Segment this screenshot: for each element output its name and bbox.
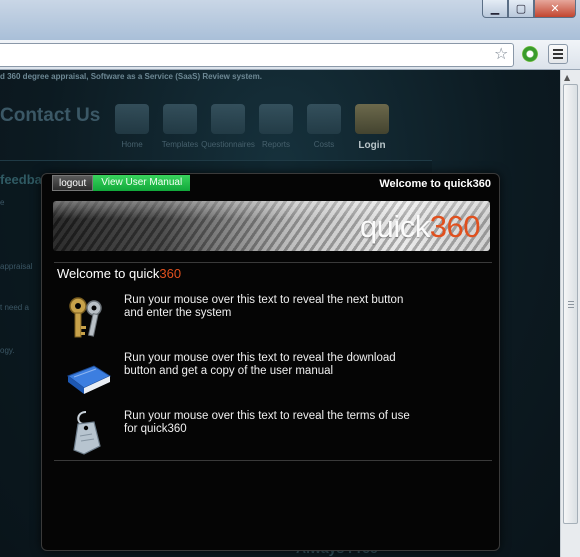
quick360-logo: quick360 [359, 209, 481, 245]
scroll-grip-icon [568, 301, 574, 310]
templates-icon [163, 104, 197, 134]
nav-item-questionnaires[interactable]: Questionnaires [201, 104, 255, 151]
nav-label: Login [358, 140, 386, 151]
action-text[interactable]: Run your mouse over this text to reveal … [124, 294, 424, 320]
terms-tag-icon [73, 411, 101, 455]
contact-us-link[interactable]: Contact Us [0, 105, 100, 127]
nav-item-templates[interactable]: Templates [162, 104, 198, 151]
scroll-thumb[interactable] [563, 84, 578, 524]
nav-item-costs[interactable]: Costs [306, 104, 342, 151]
minimize-button[interactable]: ▁ [482, 0, 508, 18]
welcome-heading: Welcome to quick360 [57, 266, 181, 281]
keys-icon [69, 297, 102, 338]
home-icon [115, 104, 149, 134]
background-snippet: t need a [0, 303, 29, 312]
extension-icon[interactable] [522, 46, 538, 62]
window-controls: ▁ ▢ ✕ [482, 0, 576, 18]
maximize-button[interactable]: ▢ [508, 0, 534, 18]
address-bar[interactable] [0, 43, 514, 67]
divider [54, 460, 492, 461]
welcome-modal: logout View User Manual Welcome to quick… [41, 173, 500, 551]
close-button[interactable]: ✕ [534, 0, 576, 18]
terms-of-use-action[interactable]: Run your mouse over this text to reveal … [64, 410, 484, 460]
browser-toolbar: ☆ [0, 40, 580, 70]
reports-icon [259, 104, 293, 134]
site-nav: Home Templates Questionnaires Reports Co… [114, 104, 390, 151]
scroll-up-arrow-icon[interactable]: ▲ [564, 73, 570, 82]
enter-system-action[interactable]: Run your mouse over this text to reveal … [64, 294, 484, 344]
background-snippet: e [0, 198, 5, 207]
nav-item-reports[interactable]: Reports [258, 104, 294, 151]
action-text[interactable]: Run your mouse over this text to reveal … [124, 352, 424, 378]
view-user-manual-button[interactable]: View User Manual [93, 175, 191, 191]
divider [54, 262, 492, 263]
site-tagline: d 360 degree appraisal, Software as a Se… [0, 72, 262, 81]
quick360-banner: quick360 [53, 201, 490, 251]
nav-item-home[interactable]: Home [114, 104, 150, 151]
logo-prefix: quick [359, 209, 430, 244]
logout-button[interactable]: logout [52, 175, 94, 191]
bookmark-star-icon[interactable]: ☆ [494, 44, 508, 63]
background-snippet: appraisal [0, 262, 33, 271]
page-scrollbar[interactable]: ▲ [560, 70, 580, 557]
heading-prefix: Welcome to quick [57, 266, 160, 281]
background-snippet: ogy. [0, 346, 15, 355]
download-manual-action[interactable]: Run your mouse over this text to reveal … [64, 352, 484, 402]
nav-item-login[interactable]: Login [354, 104, 390, 151]
costs-icon [307, 104, 341, 134]
window-titlebar: ▁ ▢ ✕ [0, 0, 580, 40]
modal-title: Welcome to quick360 [379, 178, 491, 190]
logo-suffix: 360 [429, 209, 481, 244]
modal-tabs: logout View User Manual [52, 175, 191, 192]
feedback-heading: feedba [0, 172, 42, 187]
manual-book-icon [66, 365, 112, 394]
menu-icon[interactable] [548, 44, 568, 64]
questionnaires-icon [211, 104, 245, 134]
action-text[interactable]: Run your mouse over this text to reveal … [124, 410, 424, 436]
login-icon [355, 104, 389, 134]
heading-suffix: 360 [159, 266, 182, 281]
